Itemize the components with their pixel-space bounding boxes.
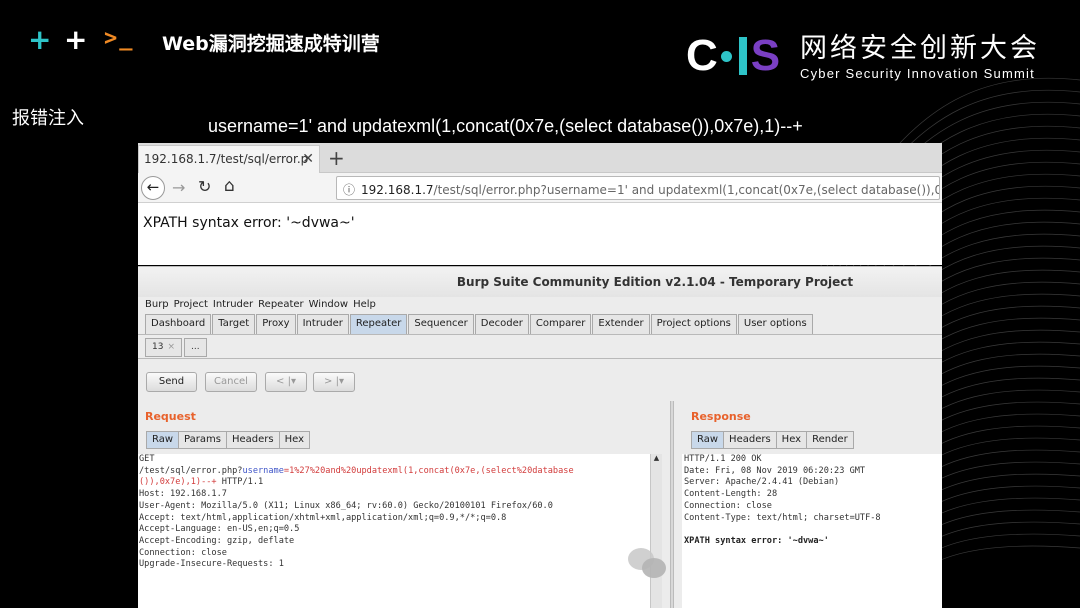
close-icon[interactable]: × (167, 342, 175, 352)
logo-text: 网络安全创新大会 Cyber Security Innovation Summi… (800, 33, 1040, 82)
response-line: Content-Length: 28 (684, 489, 778, 500)
request-line: Accept-Language: en-US,en;q=0.5 (139, 524, 300, 535)
tab-decoder[interactable]: Decoder (474, 314, 529, 334)
response-line: Connection: close (684, 500, 772, 511)
url-bar[interactable]: ⓘ 192.168.1.7/test/sql/error.php?username… (336, 176, 940, 200)
request-line: User-Agent: Mozilla/5.0 (X11; Linux x86_… (139, 500, 553, 511)
watermark-text: 公众号 · 计算机与网 (682, 553, 910, 579)
plus-icon: + (28, 23, 52, 56)
burp-title: Burp Suite Community Edition v2.1.04 - T… (138, 267, 942, 297)
course-title: Web漏洞挖掘速成特训营 (162, 33, 380, 55)
request-line: Upgrade-Insecure-Requests: 1 (139, 559, 284, 570)
page-content: XPATH syntax error: '~dvwa~' (143, 215, 355, 231)
request-line: Accept: text/html,application/xhtml+xml,… (139, 512, 507, 523)
close-icon[interactable]: ✕ (302, 151, 314, 167)
request-tab-params[interactable]: Params (178, 431, 227, 449)
menu-item-window[interactable]: Window (309, 299, 348, 310)
menu-item-burp[interactable]: Burp (145, 299, 169, 310)
response-line: HTTP/1.1 200 OK (684, 454, 762, 464)
browser-window: 192.168.1.7/test/sql/error.p ✕ + ← → ↻ ⌂… (138, 143, 942, 265)
reload-icon[interactable]: ↻ (198, 177, 211, 196)
browser-tab-title: 192.168.1.7/test/sql/error.p (144, 152, 309, 166)
response-viewer[interactable]: HTTP/1.1 200 OK Date: Fri, 08 Nov 2019 06… (682, 454, 942, 608)
request-scrollbar[interactable]: ▲ (650, 454, 662, 608)
cis-logo: C S (686, 31, 781, 80)
response-tab-headers[interactable]: Headers (723, 431, 777, 449)
request-line: Connection: close (139, 547, 227, 558)
tab-dashboard[interactable]: Dashboard (145, 314, 212, 334)
repeater-tabs: 13 × ... (138, 335, 942, 359)
tab-repeater[interactable]: Repeater (349, 314, 408, 334)
request-tabs: Raw Params Headers Hex (146, 431, 310, 449)
logo-letter-s: S (750, 31, 781, 80)
forward-history-button[interactable]: > |▾ (313, 372, 355, 392)
terminal-prompt-icon: >_ (104, 26, 135, 51)
tab-project-options[interactable]: Project options (650, 314, 737, 334)
request-line: GET (139, 454, 155, 464)
forward-arrow-icon[interactable]: → (172, 178, 185, 197)
response-label: Response (691, 410, 751, 423)
response-tab-hex[interactable]: Hex (775, 431, 808, 449)
response-line: Server: Apache/2.4.41 (Debian) (684, 477, 840, 488)
tab-extender[interactable]: Extender (592, 314, 650, 334)
response-tab-render[interactable]: Render (806, 431, 854, 449)
payload-text: username=1' and updatexml(1,concat(0x7e,… (208, 116, 803, 136)
response-tabs: Raw Headers Hex Render (691, 431, 854, 449)
tab-comparer[interactable]: Comparer (529, 314, 592, 334)
repeater-tab-more[interactable]: ... (184, 338, 207, 357)
request-label: Request (145, 410, 196, 423)
cancel-button[interactable]: Cancel (205, 372, 257, 392)
logo-letter-i (738, 37, 747, 75)
send-button[interactable]: Send (146, 372, 197, 392)
wechat-icon (628, 546, 668, 580)
url-path: /test/sql/error.php?username=1' and upda… (433, 183, 940, 197)
section-label: 报错注入 (12, 108, 84, 129)
request-line: Accept-Encoding: gzip, deflate (139, 535, 295, 546)
burp-main-tabs: Dashboard Target Proxy Intruder Repeater Sequ… (138, 313, 942, 335)
burp-menubar: Burp Project Intruder Repeater Window Help (138, 297, 942, 313)
tab-sequencer[interactable]: Sequencer (408, 314, 474, 334)
menu-item-help[interactable]: Help (353, 299, 376, 310)
tab-proxy[interactable]: Proxy (256, 314, 296, 334)
request-line: Host: 192.168.1.7 (139, 489, 227, 500)
menu-item-repeater[interactable]: Repeater (258, 299, 303, 310)
url-host: 192.168.1.7 (361, 183, 434, 197)
menu-item-intruder[interactable]: Intruder (213, 299, 253, 310)
browser-tab[interactable]: 192.168.1.7/test/sql/error.p ✕ (138, 145, 320, 173)
menu-item-project[interactable]: Project (174, 299, 208, 310)
response-line: Content-Type: text/html; charset=UTF-8 (684, 512, 881, 523)
request-tab-raw[interactable]: Raw (146, 431, 180, 449)
request-line: ()),0x7e),1)--+ HTTP/1.1 (139, 477, 264, 488)
browser-tabbar: 192.168.1.7/test/sql/error.p ✕ + (138, 143, 942, 173)
request-tab-headers[interactable]: Headers (225, 431, 280, 449)
new-tab-icon[interactable]: + (328, 146, 345, 170)
wechat-watermark: 公众号 · 计算机与网 (628, 546, 910, 580)
home-icon[interactable]: ⌂ (224, 176, 235, 196)
logo-dot (720, 50, 732, 62)
back-arrow-icon[interactable]: ← (141, 176, 165, 200)
tab-intruder[interactable]: Intruder (296, 314, 349, 334)
logo-letter-c: C (686, 31, 718, 80)
logo-english-name: Cyber Security Innovation Summit (800, 66, 1035, 81)
request-line: /test/sql/error.php?username=1%27%20and%… (139, 465, 574, 476)
back-history-button[interactable]: < |▾ (265, 372, 307, 392)
request-tab-hex[interactable]: Hex (278, 431, 310, 449)
repeater-tab-13[interactable]: 13 × (145, 338, 182, 357)
response-line: Date: Fri, 08 Nov 2019 06:20:23 GMT (684, 465, 866, 476)
response-tab-raw[interactable]: Raw (691, 431, 725, 449)
repeater-controls: Send Cancel < |▾ > |▾ (138, 359, 942, 419)
logo-chinese-name: 网络安全创新大会 (800, 33, 1040, 64)
plus-icon: + (64, 23, 88, 56)
info-icon[interactable]: ⓘ (343, 183, 355, 197)
tab-user-options[interactable]: User options (737, 314, 813, 334)
request-editor[interactable]: GET/test/sql/error.php?username=1%27%20a… (138, 454, 650, 608)
tab-target[interactable]: Target (212, 314, 256, 334)
scroll-up-icon[interactable]: ▲ (651, 454, 662, 462)
browser-navbar: ← → ↻ ⌂ ⓘ 192.168.1.7/test/sql/error.php?… (138, 173, 942, 203)
